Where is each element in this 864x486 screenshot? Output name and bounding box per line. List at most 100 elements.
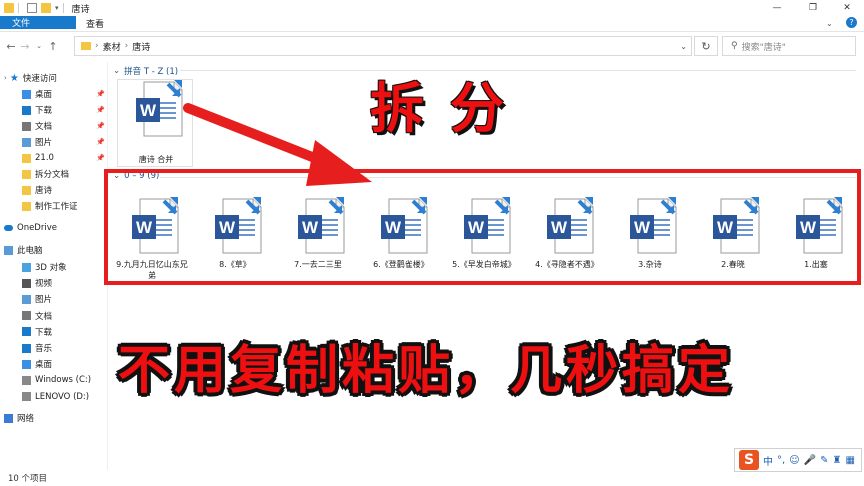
ime-mode[interactable]: 中 <box>763 453 773 468</box>
picture-icon <box>22 294 31 304</box>
nav-onedrive[interactable]: OneDrive <box>4 221 57 235</box>
close-button[interactable]: ✕ <box>830 0 864 16</box>
document-icon <box>22 311 31 321</box>
address-bar-row: ← → ⌄ ↑ › 素材 › 唐诗 ⌄ ↻ ⚲ 搜索"唐诗" <box>0 33 864 59</box>
nav-label: 快速访问 <box>22 74 57 84</box>
tab-view[interactable]: 查看 <box>76 16 114 31</box>
nav-pc-item[interactable]: Windows (C:) <box>22 373 91 387</box>
nav-network[interactable]: 网络 <box>4 411 34 425</box>
divider <box>18 3 19 13</box>
cloud-icon <box>4 225 13 231</box>
nav-quick-item[interactable]: 桌面 <box>22 87 52 101</box>
caption-split: 拆分 <box>370 77 530 140</box>
nav-label: LENOVO (D:) <box>35 391 90 402</box>
folder-icon <box>81 42 91 50</box>
nav-label: 制作工作证 <box>35 202 78 212</box>
forward-button[interactable]: → <box>18 40 32 53</box>
nav-pc-item[interactable]: 下载 <box>22 325 52 339</box>
address-field[interactable]: › 素材 › 唐诗 ⌄ <box>74 36 692 56</box>
properties-icon[interactable] <box>27 3 37 13</box>
grid-icon[interactable]: ▦ <box>845 455 854 466</box>
chevron-right-icon: › <box>124 41 129 51</box>
pin-icon[interactable]: 📌 <box>96 122 105 130</box>
nav-quick-access[interactable]: › ★ 快速访问 <box>4 71 57 85</box>
nav-quick-item[interactable]: 图片 <box>22 135 52 149</box>
up-button[interactable]: ↑ <box>46 40 60 53</box>
nav-label: 图片 <box>35 138 53 148</box>
punctuation-icon[interactable]: °, <box>777 455 785 466</box>
expand-ribbon-icon[interactable]: ⌄ <box>826 19 833 28</box>
maximize-button[interactable]: ❐ <box>796 0 830 16</box>
group-label: 拼音 T - Z (1) <box>124 67 179 77</box>
breadcrumb-item[interactable]: 素材 <box>103 40 121 53</box>
ribbon-tabs: 文件 主页 共享 查看 ⌄ ? <box>0 16 864 32</box>
new-folder-icon[interactable] <box>41 3 51 13</box>
breadcrumb-item[interactable]: 唐诗 <box>132 40 150 53</box>
nav-quick-item[interactable]: 21.0 <box>22 151 54 165</box>
nav-label: 桌面 <box>35 360 53 371</box>
document-icon <box>22 121 31 131</box>
minimize-button[interactable]: — <box>760 0 794 16</box>
quick-access-dropdown-icon[interactable]: ▾ <box>55 4 59 12</box>
search-input[interactable]: ⚲ 搜索"唐诗" <box>722 36 856 56</box>
sogou-logo-icon[interactable]: S <box>739 450 759 470</box>
computer-icon <box>4 245 13 255</box>
help-icon[interactable]: ? <box>846 17 857 28</box>
nav-label: 文档 <box>35 122 53 132</box>
nav-quick-item[interactable]: 制作工作证 <box>22 199 78 213</box>
recent-dropdown-icon[interactable]: ⌄ <box>32 42 46 50</box>
nav-pc-item[interactable]: 文档 <box>22 309 52 323</box>
pin-icon[interactable]: 📌 <box>96 106 105 114</box>
nav-label: 此电脑 <box>17 246 43 256</box>
divider <box>62 3 64 13</box>
emoji-icon[interactable]: ☺ <box>789 455 799 466</box>
tab-file[interactable]: 文件 <box>0 16 76 29</box>
pin-icon[interactable]: 📌 <box>96 90 105 98</box>
chevron-down-icon: ⌄ <box>113 66 121 76</box>
voice-icon[interactable]: 🎤 <box>804 455 816 466</box>
folder-icon <box>22 153 31 163</box>
nav-pc-item[interactable]: LENOVO (D:) <box>22 390 89 404</box>
nav-pc-item[interactable]: 音乐 <box>22 341 52 355</box>
music-icon <box>22 343 31 353</box>
download-icon <box>22 105 31 115</box>
nav-quick-item[interactable]: 下载 <box>22 103 52 117</box>
network-icon <box>4 413 13 423</box>
folder-icon <box>22 201 31 211</box>
annotation-arrow <box>183 103 372 186</box>
address-dropdown-icon[interactable]: ⌄ <box>680 42 687 51</box>
nav-pc-item[interactable]: 3D 对象 <box>22 260 67 274</box>
shirt-icon[interactable]: ♜ <box>832 455 841 466</box>
nav-quick-item[interactable]: 拆分文档 <box>22 167 69 181</box>
caption-main: 不用复制粘贴，几秒搞定 <box>118 341 735 401</box>
nav-quick-item[interactable]: 唐诗 <box>22 183 52 197</box>
pin-icon[interactable]: 📌 <box>96 154 105 162</box>
pin-icon[interactable]: 📌 <box>96 138 105 146</box>
group-header[interactable]: ⌄ 拼音 T - Z (1) <box>113 65 178 77</box>
navigation-pane: › ★ 快速访问 桌面 📌 下载 📌 文档 📌 图片 📌 21.0 📌 拆分文档唐诗制作工作证 On… <box>0 62 108 470</box>
ime-toolbar[interactable]: S 中 °, ☺ 🎤 ✎ ♜ ▦ <box>734 448 862 472</box>
nav-label: 图片 <box>35 295 53 306</box>
expand-icon: › <box>4 74 7 82</box>
back-button[interactable]: ← <box>4 40 18 53</box>
title-bar: ▾ 唐诗 — ❐ ✕ <box>0 0 864 16</box>
skin-icon[interactable]: ✎ <box>820 455 828 466</box>
svg-text:W: W <box>140 101 157 120</box>
refresh-button[interactable]: ↻ <box>694 36 718 56</box>
search-icon: ⚲ <box>731 41 738 51</box>
folder-icon <box>4 3 14 13</box>
picture-icon <box>22 137 31 147</box>
nav-label: 桌面 <box>35 90 53 100</box>
nav-pc-item[interactable]: 图片 <box>22 292 52 306</box>
nav-label: Windows (C:) <box>35 375 92 386</box>
nav-pc-item[interactable]: 桌面 <box>22 357 52 371</box>
search-placeholder: 搜索"唐诗" <box>741 42 786 53</box>
window-title: 唐诗 <box>71 4 90 15</box>
nav-label: 文档 <box>35 311 53 322</box>
nav-pc-item[interactable]: 视频 <box>22 276 52 290</box>
nav-label: OneDrive <box>17 223 57 233</box>
nav-this-pc[interactable]: 此电脑 <box>4 243 43 257</box>
desktop-icon <box>22 359 31 369</box>
nav-quick-item[interactable]: 文档 <box>22 119 52 133</box>
3d-objects-icon <box>22 262 31 272</box>
